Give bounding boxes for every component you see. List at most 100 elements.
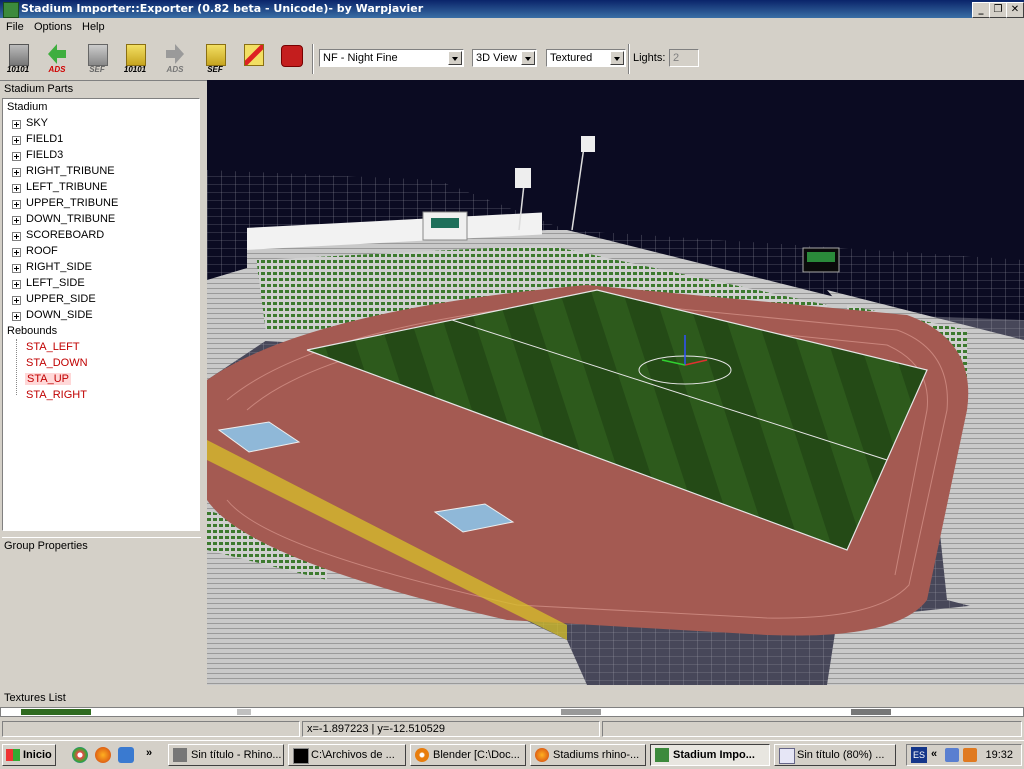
expand-icon[interactable] [12, 152, 21, 161]
maximize-button[interactable]: ❐ [989, 2, 1007, 18]
start-button[interactable]: Inicio [2, 744, 56, 766]
import-ads-button[interactable]: ADS [42, 42, 72, 76]
folder-export-icon [126, 44, 146, 66]
tree-item-field1[interactable]: FIELD1 [26, 133, 63, 145]
gray-arrow-icon [166, 44, 184, 64]
export-10101-button[interactable]: 10101 [120, 42, 150, 76]
tree-item-scoreboard[interactable]: SCOREBOARD [26, 229, 104, 241]
rhino-icon [173, 748, 187, 762]
firefox-icon[interactable] [95, 747, 111, 763]
windows-logo-icon [6, 749, 20, 761]
texture-thumbnail[interactable] [21, 709, 91, 715]
tree-item-right-side[interactable]: RIGHT_SIDE [26, 261, 92, 273]
weather-select[interactable]: NF - Night Fine [319, 49, 464, 67]
task-firefox[interactable]: Stadiums rhino-... [530, 744, 646, 766]
tree-item-sta-down[interactable]: STA_DOWN [26, 357, 88, 369]
minimize-button[interactable]: _ [972, 2, 990, 18]
render-mode-select[interactable]: Textured [546, 49, 626, 67]
group-properties-header: Group Properties [4, 540, 88, 552]
export-ads-button[interactable]: ADS [160, 42, 190, 76]
texture-thumbnail[interactable] [851, 709, 891, 715]
taskbar: Inicio » Sin título - Rhino... C:\Archiv… [0, 740, 1024, 769]
chevron-left-icon[interactable]: « [931, 748, 937, 760]
tree-root-stadium[interactable]: Stadium [7, 101, 47, 113]
tree-item-right-tribune[interactable]: RIGHT_TRIBUNE [26, 165, 115, 177]
task-cmd[interactable]: C:\Archivos de ... [288, 744, 406, 766]
expand-icon[interactable] [12, 216, 21, 225]
expand-icon[interactable] [12, 264, 21, 273]
exit-button[interactable] [276, 42, 306, 76]
power-icon [281, 45, 303, 67]
tree-item-roof[interactable]: ROOF [26, 245, 58, 257]
stadium-parts-header: Stadium Parts [4, 83, 74, 95]
import-sef-button[interactable]: SEF [82, 42, 112, 76]
expand-icon[interactable] [12, 296, 21, 305]
expand-icon[interactable] [12, 232, 21, 241]
lights-field[interactable]: 2 [669, 49, 699, 67]
tree-item-left-side[interactable]: LEFT_SIDE [26, 277, 85, 289]
ie-icon[interactable] [118, 747, 134, 763]
tree-guide-line [16, 339, 18, 395]
task-image-editor[interactable]: Sin título (80%) ... [774, 744, 896, 766]
chevron-down-icon[interactable] [610, 51, 624, 65]
blender-icon [415, 748, 429, 762]
tree-item-sky[interactable]: SKY [26, 117, 48, 129]
floodlight [515, 168, 531, 188]
coords-readout: x=-1.897223 | y=-12.510529 [302, 721, 600, 737]
tree-item-field3[interactable]: FIELD3 [26, 149, 63, 161]
scoreboard-screen [807, 252, 835, 262]
tree-item-down-tribune[interactable]: DOWN_TRIBUNE [26, 213, 115, 225]
textures-list[interactable] [0, 707, 1024, 717]
tree-item-upper-side[interactable]: UPPER_SIDE [26, 293, 96, 305]
network-icon[interactable] [945, 748, 959, 762]
chevron-down-icon[interactable] [448, 51, 462, 65]
tree-item-left-tribune[interactable]: LEFT_TRIBUNE [26, 181, 107, 193]
floodlight [581, 136, 595, 152]
press-screen [431, 218, 459, 228]
expand-icon[interactable] [12, 120, 21, 129]
tree-item-upper-tribune[interactable]: UPPER_TRIBUNE [26, 197, 118, 209]
tree-item-down-side[interactable]: DOWN_SIDE [26, 309, 93, 321]
delete-file-icon [244, 44, 264, 66]
title-bar: Stadium Importer::Exporter (0.82 beta - … [0, 0, 1024, 18]
task-blender[interactable]: Blender [C:\Doc... [410, 744, 526, 766]
expand-icon[interactable] [12, 248, 21, 257]
tray-app-icon[interactable] [963, 748, 977, 762]
stadium-parts-tree[interactable]: Stadium SKY FIELD1 FIELD3 RIGHT_TRIBUNE … [2, 98, 200, 531]
clear-button[interactable] [238, 42, 268, 76]
import-10101-button[interactable]: 10101 [3, 42, 33, 76]
lights-label: Lights: [633, 52, 666, 64]
view-select[interactable]: 3D View [472, 49, 537, 67]
expand-icon[interactable] [12, 280, 21, 289]
window-title: Stadium Importer::Exporter (0.82 beta - … [21, 2, 424, 15]
menu-help[interactable]: Help [82, 21, 105, 33]
tree-root-rebounds[interactable]: Rebounds [7, 325, 57, 337]
chevron-down-icon[interactable] [521, 51, 535, 65]
tree-item-sta-left[interactable]: STA_LEFT [26, 341, 80, 353]
language-indicator[interactable]: ES [911, 747, 927, 763]
menu-options[interactable]: Options [34, 21, 72, 33]
close-button[interactable]: ✕ [1006, 2, 1024, 18]
task-stadium-importer[interactable]: Stadium Impo... [650, 744, 770, 766]
menu-file[interactable]: File [6, 21, 24, 33]
expand-icon[interactable] [12, 184, 21, 193]
clock[interactable]: 19:32 [985, 749, 1013, 761]
textures-list-header: Textures List [4, 692, 66, 704]
file-sef-icon [88, 44, 108, 66]
tree-item-sta-right[interactable]: STA_RIGHT [26, 389, 87, 401]
expand-icon[interactable] [12, 168, 21, 177]
stadium-3d-viewport[interactable] [207, 80, 1024, 685]
expand-icon[interactable] [12, 200, 21, 209]
chrome-icon[interactable] [72, 747, 88, 763]
expand-icon[interactable] [12, 136, 21, 145]
chevron-right-icon[interactable]: » [146, 747, 152, 759]
texture-thumbnail[interactable] [561, 709, 601, 715]
tree-item-sta-up[interactable]: STA_UP [25, 373, 71, 385]
status-cell [602, 721, 1022, 737]
app-icon [655, 748, 669, 762]
export-sef-button[interactable]: SEF [200, 42, 230, 76]
task-rhino[interactable]: Sin título - Rhino... [168, 744, 284, 766]
texture-thumbnail[interactable] [237, 709, 251, 715]
expand-icon[interactable] [12, 312, 21, 321]
firefox-icon [535, 748, 549, 762]
